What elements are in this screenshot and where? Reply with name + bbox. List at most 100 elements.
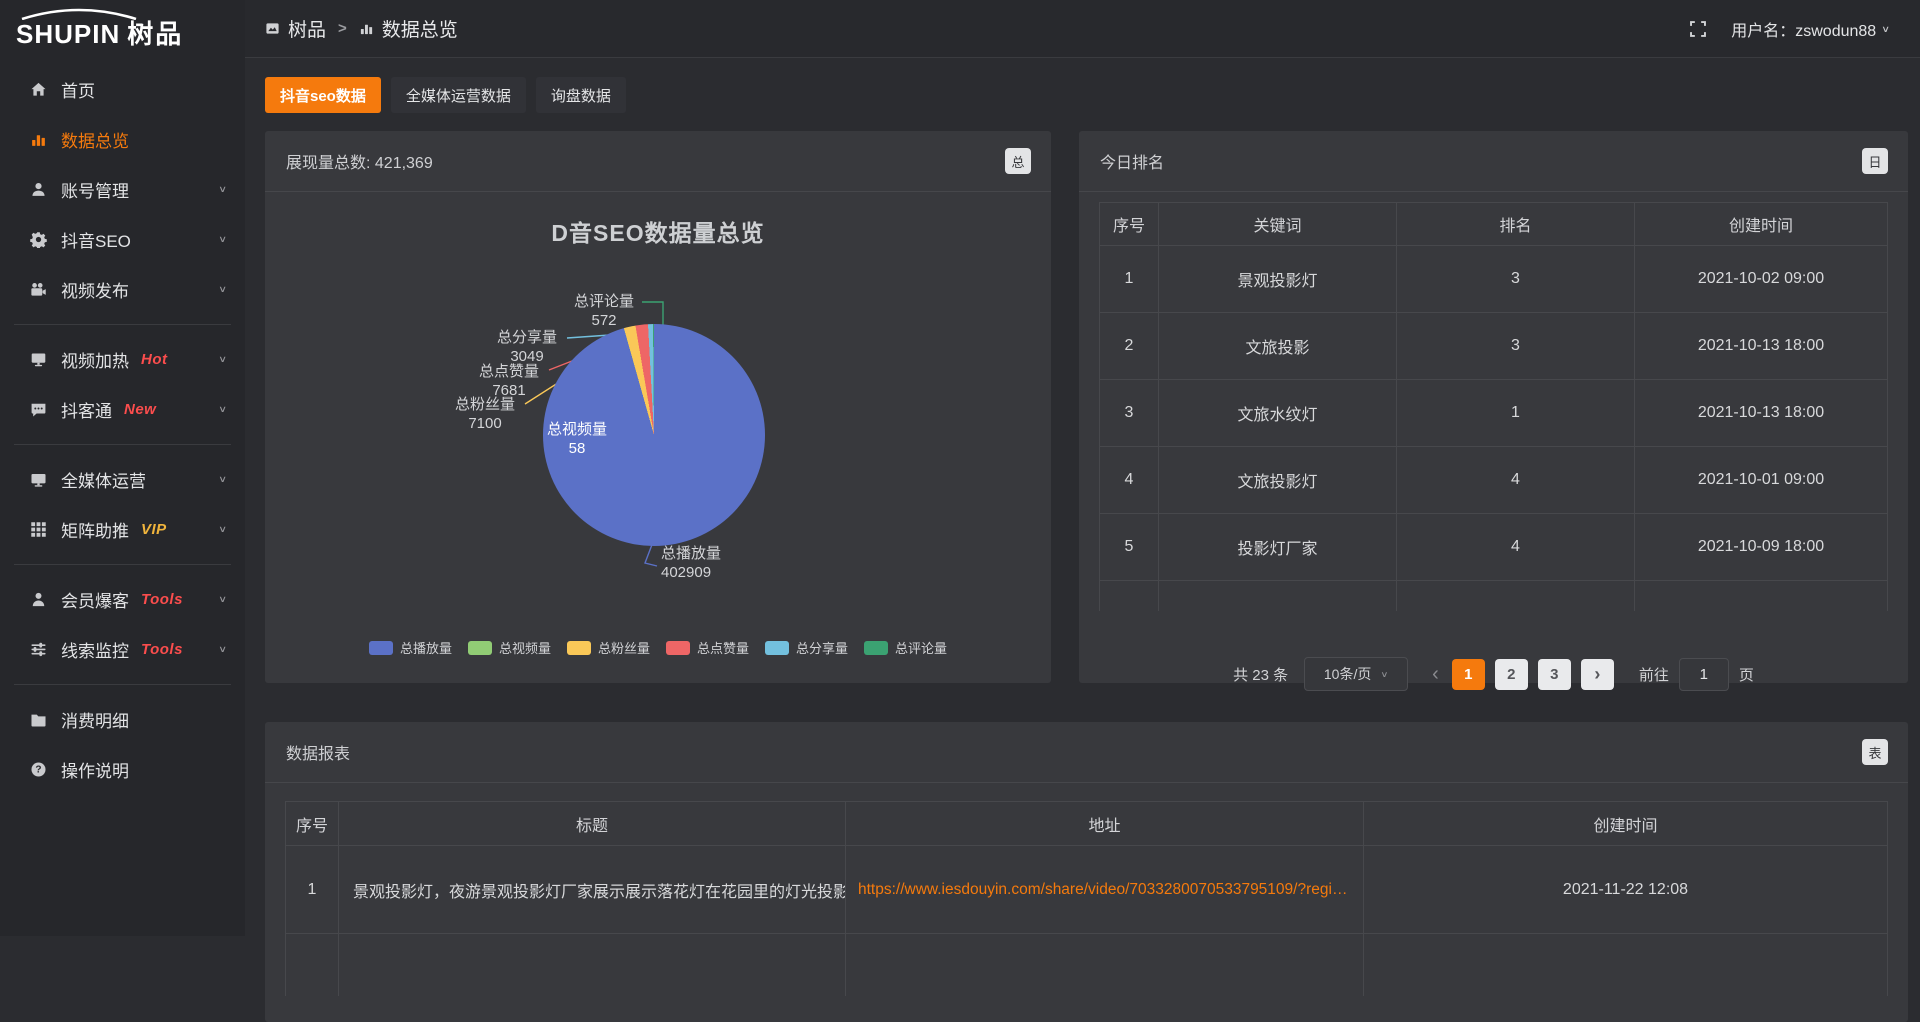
sidebar-item-matrix-boost[interactable]: 矩阵助推 VIP ∨ <box>0 504 245 554</box>
table-row: 1 景观投影灯 3 2021-10-02 09:00 <box>1100 246 1888 313</box>
username-label: 用户名：zswodun88 <box>1731 17 1876 41</box>
table-row: 5 投影灯厂家 4 2021-10-09 18:00 <box>1100 514 1888 581</box>
goto-unit-label: 页 <box>1739 664 1754 685</box>
sidebar-item-data-overview[interactable]: 数据总览 <box>0 114 245 164</box>
sidebar-item-video-publish[interactable]: 视频发布 ∨ <box>0 264 245 314</box>
overview-crumb-icon <box>359 21 374 36</box>
breadcrumb-current[interactable]: 数据总览 <box>359 15 458 42</box>
total-badge[interactable]: 总 <box>1005 148 1031 174</box>
chevron-down-icon: ∨ <box>218 234 227 245</box>
gear-icon <box>30 231 47 248</box>
chevron-down-icon: ∨ <box>1380 669 1388 679</box>
legend-swatch <box>666 641 690 655</box>
sidebar-item-label: 抖客通 <box>61 397 112 422</box>
chevron-down-icon: ∨ <box>218 474 227 485</box>
member-icon <box>30 591 47 608</box>
sidebar-item-operation-guide[interactable]: ? 操作说明 <box>0 744 245 794</box>
menu-divider <box>14 444 231 445</box>
video-title-cell: 景观投影灯，夜游景观投影灯厂家展示展示落花灯在花园里的灯光投影应用效果 # <box>339 846 846 934</box>
logo-text-en: SHUPIN <box>16 19 120 49</box>
pagination-total: 共 23 条 <box>1233 664 1288 685</box>
sidebar-item-consumption-detail[interactable]: 消费明细 <box>0 694 245 744</box>
pie-label-shares: 总分享量3049 <box>487 328 567 366</box>
chevron-down-icon: ∨ <box>218 404 227 415</box>
day-badge[interactable]: 日 <box>1862 148 1888 174</box>
col-header-index: 序号 <box>286 802 339 846</box>
goto-label: 前往 <box>1639 664 1669 685</box>
chevron-down-icon: ∨ <box>218 524 227 535</box>
col-header-url: 地址 <box>846 802 1364 846</box>
overview-panel-header: 展现量总数: 421,369 总 <box>265 131 1051 192</box>
table-header-row: 序号 标题 地址 创建时间 <box>286 802 1888 846</box>
table-row-partial <box>286 934 1888 997</box>
sidebar-item-label: 操作说明 <box>61 757 129 782</box>
sidebar-item-home[interactable]: 首页 <box>0 64 245 114</box>
legend-item-likes[interactable]: 总点赞量 <box>666 638 749 657</box>
sidebar-item-video-heating[interactable]: 视频加热 Hot ∨ <box>0 334 245 384</box>
legend-item-videos[interactable]: 总视频量 <box>468 638 551 657</box>
breadcrumb-root[interactable]: 树品 <box>265 15 326 42</box>
new-badge: New <box>124 401 156 418</box>
overview-panel: 展现量总数: 421,369 总 D音SEO数据量总览 总评论量572 <box>265 131 1051 683</box>
sidebar-item-member-tools[interactable]: 会员爆客 Tools ∨ <box>0 574 245 624</box>
menu-divider <box>14 564 231 565</box>
report-panel: 数据报表 表 序号 标题 地址 创建时间 <box>265 722 1908 1022</box>
logo[interactable]: SHUPIN树品 <box>0 0 245 58</box>
tab-media-operation-data[interactable]: 全媒体运营数据 <box>391 77 526 113</box>
bar-chart-icon <box>30 131 47 148</box>
report-panel-body: 序号 标题 地址 创建时间 1 景观投影灯，夜游景观投影灯厂家展示展示落花灯在花… <box>265 801 1908 996</box>
table-row: 3 文旅水纹灯 1 2021-10-13 18:00 <box>1100 380 1888 447</box>
chevron-down-icon: ∨ <box>218 644 227 655</box>
fullscreen-icon[interactable] <box>1689 20 1707 38</box>
breadcrumb: 树品 > 数据总览 <box>265 15 458 42</box>
chevron-down-icon: ∨ <box>1881 23 1890 34</box>
legend-item-plays[interactable]: 总播放量 <box>369 638 452 657</box>
col-header-created: 创建时间 <box>1635 203 1888 246</box>
sidebar-item-account[interactable]: 账号管理 ∨ <box>0 164 245 214</box>
sidebar-item-label: 首页 <box>61 77 95 102</box>
pie-label-videos: 总视频量58 <box>545 420 609 458</box>
legend-item-comments[interactable]: 总评论量 <box>864 638 947 657</box>
page-button-3[interactable]: 3 <box>1538 659 1571 690</box>
user-menu[interactable]: 用户名：zswodun88 ∨ <box>1731 17 1890 41</box>
legend-item-shares[interactable]: 总分享量 <box>765 638 848 657</box>
page-button-2[interactable]: 2 <box>1495 659 1528 690</box>
sidebar-item-label: 消费明细 <box>61 707 129 732</box>
user-icon <box>30 181 47 198</box>
chevron-down-icon: ∨ <box>218 354 227 365</box>
next-page-button[interactable]: › <box>1581 659 1614 690</box>
pagination: 共 23 条 10条/页 ∨ ‹ 1 2 3 › 前往 页 <box>1099 657 1888 691</box>
main-content: 抖音seo数据 全媒体运营数据 询盘数据 展现量总数: 421,369 总 D音… <box>245 58 1920 936</box>
col-header-title: 标题 <box>339 802 846 846</box>
table-row: 2 文旅投影 3 2021-10-13 18:00 <box>1100 313 1888 380</box>
data-tabs: 抖音seo数据 全媒体运营数据 询盘数据 <box>265 77 1908 113</box>
ranking-panel-title: 今日排名 <box>1100 149 1164 173</box>
col-header-keyword: 关键词 <box>1159 203 1397 246</box>
menu-divider <box>14 324 231 325</box>
legend-item-fans[interactable]: 总粉丝量 <box>567 638 650 657</box>
video-url-link[interactable]: https://www.iesdouyin.com/share/video/70… <box>846 846 1364 934</box>
col-header-rank: 排名 <box>1397 203 1635 246</box>
sidebar: SHUPIN树品 首页 数据总览 账号管理 ∨ 抖音SEO ∨ <box>0 0 245 936</box>
tab-inquiry-data[interactable]: 询盘数据 <box>536 77 626 113</box>
sidebar-item-clue-monitor[interactable]: 线索监控 Tools ∨ <box>0 624 245 674</box>
table-row: 1 景观投影灯，夜游景观投影灯厂家展示展示落花灯在花园里的灯光投影应用效果 # … <box>286 846 1888 934</box>
page-size-select[interactable]: 10条/页 ∨ <box>1304 657 1408 691</box>
table-badge[interactable]: 表 <box>1862 739 1888 765</box>
sidebar-item-media-operation[interactable]: 全媒体运营 ∨ <box>0 454 245 504</box>
legend-swatch <box>468 641 492 655</box>
chart-title: D音SEO数据量总览 <box>265 214 1051 248</box>
question-icon: ? <box>30 761 47 778</box>
ranking-panel-header: 今日排名 日 <box>1079 131 1908 192</box>
table-row: 4 文旅投影灯 4 2021-10-01 09:00 <box>1100 447 1888 514</box>
sidebar-item-douyin-seo[interactable]: 抖音SEO ∨ <box>0 214 245 264</box>
home-icon <box>30 81 47 98</box>
table-stub-row <box>1100 581 1888 612</box>
sidebar-item-douketong[interactable]: 抖客通 New ∨ <box>0 384 245 434</box>
goto-page-input[interactable] <box>1679 658 1729 691</box>
legend-swatch <box>369 641 393 655</box>
prev-page-button[interactable]: ‹ <box>1432 664 1439 684</box>
chevron-down-icon: ∨ <box>218 184 227 195</box>
page-button-1[interactable]: 1 <box>1452 659 1485 690</box>
tab-douyin-seo-data[interactable]: 抖音seo数据 <box>265 77 381 113</box>
